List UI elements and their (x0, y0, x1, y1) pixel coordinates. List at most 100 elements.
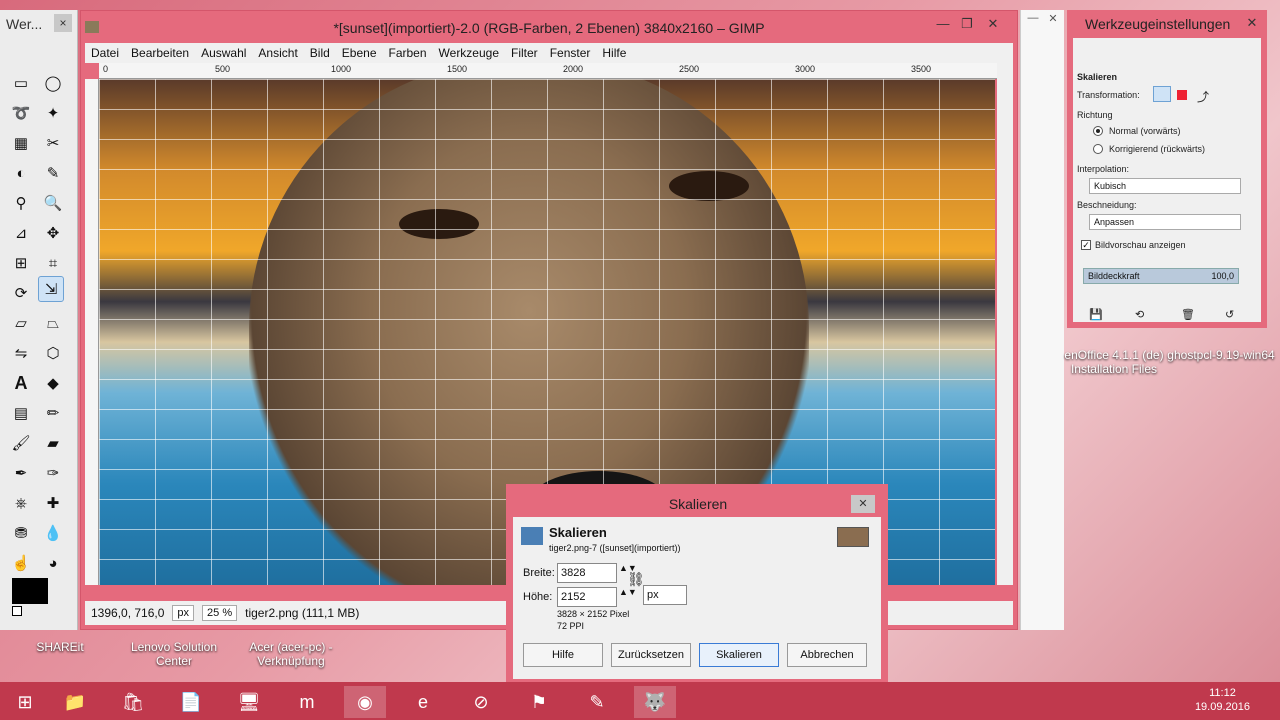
desktop-openoffice[interactable]: enOffice 4.1.1 (de) Installation Files (1064, 348, 1164, 376)
close-button[interactable]: ✕ (1043, 12, 1063, 30)
menu-datei[interactable]: Datei (85, 46, 125, 60)
select-by-color-icon[interactable]: ▦ (8, 130, 34, 156)
unit-select[interactable]: px (643, 585, 687, 605)
paintbrush-icon[interactable]: 🖌 (8, 430, 34, 456)
direction-normal-label: Normal (vorwärts) (1109, 126, 1181, 136)
reset-options-icon[interactable]: ↺ (1225, 308, 1234, 321)
ellipse-select-icon[interactable]: ◯ (40, 70, 66, 96)
clipping-select[interactable]: Anpassen (1089, 214, 1241, 230)
perspective-icon[interactable]: ⏢ (40, 310, 66, 336)
foreground-select-icon[interactable]: ◐ (8, 160, 34, 186)
sync-icon[interactable]: ⊘ (460, 686, 502, 718)
direction-corrective-radio[interactable] (1093, 144, 1103, 154)
crop-icon[interactable]: ⌗ (40, 250, 66, 276)
transform-selection-icon[interactable] (1177, 90, 1187, 100)
vertical-ruler[interactable] (85, 79, 99, 585)
measure-icon[interactable]: ⊿ (8, 220, 34, 246)
flip-icon[interactable]: ⇋ (8, 340, 34, 366)
cancel-button[interactable]: Abbrechen (787, 643, 867, 667)
menu-bild[interactable]: Bild (304, 46, 336, 60)
internet-explorer-icon[interactable]: e (402, 686, 444, 718)
blur-icon[interactable]: 💧 (40, 520, 66, 546)
lenovo-icon[interactable]: 🖥 (228, 686, 270, 718)
desktop-ghostpcl[interactable]: ghostpcl-9.19-win64 (1166, 348, 1276, 362)
dock-close-button[interactable]: ✕ (1243, 14, 1261, 32)
menu-fenster[interactable]: Fenster (544, 46, 597, 60)
bucket-fill-icon[interactable]: ◆ (40, 370, 66, 396)
menu-farben[interactable]: Farben (383, 46, 433, 60)
help-button[interactable]: Hilfe (523, 643, 603, 667)
width-input[interactable]: 3828 (557, 563, 617, 583)
perspective-clone-icon[interactable]: ⛃ (8, 520, 34, 546)
move-icon[interactable]: ✥ (40, 220, 66, 246)
paths-icon[interactable]: ✎ (40, 160, 66, 186)
lasso-icon[interactable]: ➰ (8, 100, 34, 126)
foreground-color-swatch[interactable] (12, 578, 48, 604)
desktop-acer[interactable]: Acer (acer-pc) - Verknüpfung (236, 640, 346, 668)
vertical-scrollbar[interactable] (997, 63, 1013, 585)
gradient-icon[interactable]: ▤ (8, 400, 34, 426)
delete-options-icon[interactable]: 🗑 (1181, 308, 1195, 321)
restore-options-icon[interactable]: ⟲ (1135, 308, 1144, 321)
start-button[interactable]: ⊞ (4, 686, 46, 718)
menu-ebene[interactable]: Ebene (336, 46, 383, 60)
chrome-icon[interactable]: ◉ (344, 686, 386, 718)
scale-tool-icon[interactable]: ⇲ (38, 276, 64, 302)
scissors-icon[interactable]: ✂ (40, 130, 66, 156)
menu-filter[interactable]: Filter (505, 46, 544, 60)
rotate-icon[interactable]: ⟳ (8, 280, 34, 306)
zoom-select[interactable]: 25 % (202, 605, 238, 621)
height-input[interactable]: 2152 (557, 587, 617, 607)
airbrush-icon[interactable]: ✒ (8, 460, 34, 486)
zoom-icon[interactable]: 🔍 (40, 190, 66, 216)
eraser-icon[interactable]: ▰ (40, 430, 66, 456)
desktop-shareit[interactable]: SHAREit (20, 640, 100, 654)
reset-button[interactable]: Zurücksetzen (611, 643, 691, 667)
align-icon[interactable]: ⊞ (8, 250, 34, 276)
horizontal-ruler[interactable]: 0 500 1000 1500 2000 2500 3000 3500 (99, 63, 999, 79)
color-picker-icon[interactable]: ⚲ (8, 190, 34, 216)
dodge-burn-icon[interactable]: ◕ (40, 550, 66, 576)
cage-transform-icon[interactable]: ⬡ (40, 340, 66, 366)
save-options-icon[interactable]: 💾 (1089, 308, 1103, 321)
rect-select-icon[interactable]: ▭ (8, 70, 34, 96)
opacity-slider[interactable]: Bilddeckkraft 100,0 (1083, 268, 1239, 284)
text-tool-icon[interactable]: A (8, 370, 34, 396)
maxthon-icon[interactable]: m (286, 686, 328, 718)
menu-hilfe[interactable]: Hilfe (596, 46, 632, 60)
menu-werkzeuge[interactable]: Werkzeuge (433, 46, 505, 60)
direction-normal-radio[interactable] (1093, 126, 1103, 136)
pen-app-icon[interactable]: ✎ (576, 686, 618, 718)
unit-select[interactable]: px (172, 605, 195, 621)
ruler-label: 2500 (679, 64, 700, 74)
preview-checkbox[interactable]: ✓ (1081, 240, 1091, 250)
app-icon[interactable]: ⚑ (518, 686, 560, 718)
toolbox-close-button[interactable]: × (54, 14, 72, 32)
clone-icon[interactable]: ⎈ (8, 490, 34, 516)
smudge-icon[interactable]: ☝ (8, 550, 34, 576)
store-icon[interactable]: 🛍 (112, 686, 154, 718)
magic-wand-icon[interactable]: ✦ (40, 100, 66, 126)
clock[interactable]: 11:12 19.09.2016 (1195, 686, 1250, 714)
gimp-taskbar-icon[interactable]: 🐺 (634, 686, 676, 718)
shear-icon[interactable]: ▱ (8, 310, 34, 336)
default-colors-icon[interactable] (12, 606, 22, 616)
minimize-button[interactable]: — (1023, 12, 1043, 30)
heal-icon[interactable]: ✚ (40, 490, 66, 516)
document-icon[interactable]: 📄 (170, 686, 212, 718)
close-button[interactable]: ✕ (979, 15, 1007, 33)
menu-ansicht[interactable]: Ansicht (252, 46, 303, 60)
transform-layer-icon[interactable] (1153, 86, 1171, 102)
desktop-lenovo[interactable]: Lenovo Solution Center (124, 640, 224, 668)
height-spin-icon[interactable]: ▲▼ (619, 587, 637, 597)
menu-bearbeiten[interactable]: Bearbeiten (125, 46, 195, 60)
pencil-icon[interactable]: ✏ (40, 400, 66, 426)
ink-icon[interactable]: ✑ (40, 460, 66, 486)
scale-button[interactable]: Skalieren (699, 643, 779, 667)
maximize-button[interactable]: ❐ (953, 15, 981, 33)
dialog-close-button[interactable]: ✕ (851, 495, 875, 513)
menu-auswahl[interactable]: Auswahl (195, 46, 252, 60)
transform-path-icon[interactable]: ⤴ (1197, 88, 1209, 105)
interpolation-select[interactable]: Kubisch (1089, 178, 1241, 194)
file-explorer-icon[interactable]: 📁 (54, 686, 96, 718)
